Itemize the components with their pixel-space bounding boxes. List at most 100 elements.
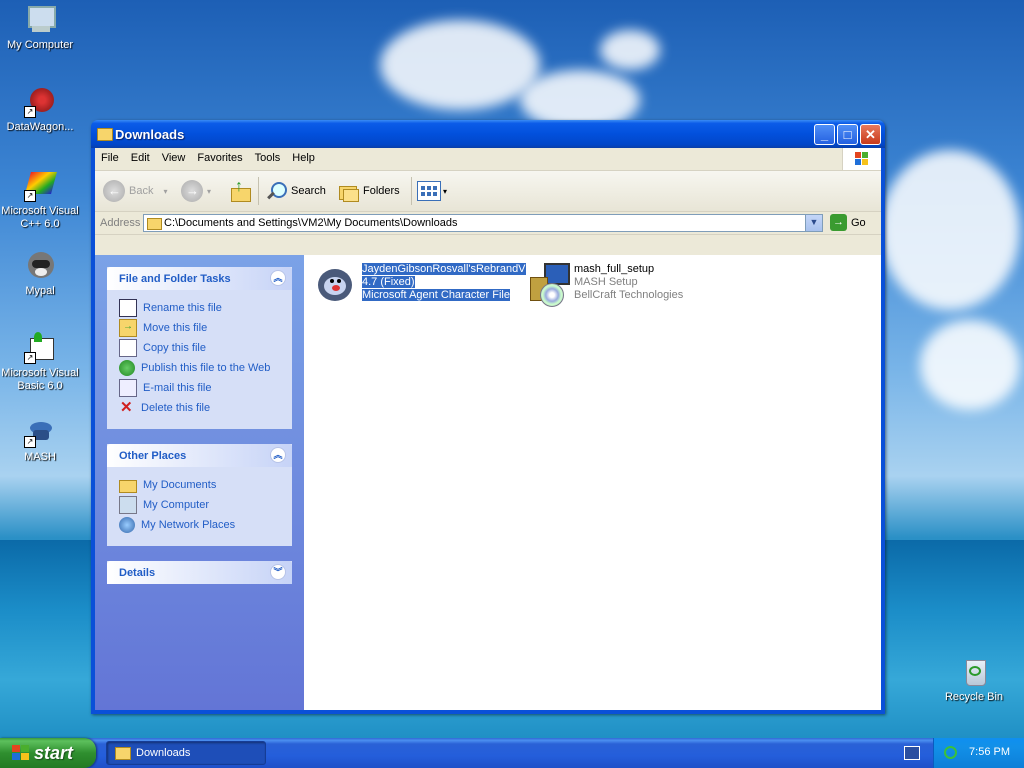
file-line2: 4.7 (Fixed) bbox=[362, 276, 415, 288]
computer-icon bbox=[119, 496, 137, 514]
toolbar-separator bbox=[411, 177, 412, 205]
task-delete[interactable]: ✕ Delete this file bbox=[119, 398, 292, 418]
address-input[interactable]: C:\Documents and Settings\VM2\My Documen… bbox=[143, 214, 823, 232]
folders-button[interactable]: Folders bbox=[337, 179, 400, 203]
task-label: Move this file bbox=[143, 322, 208, 334]
file-folder-tasks-header[interactable]: File and Folder Tasks ︽ bbox=[107, 267, 292, 290]
network-status-icon[interactable] bbox=[944, 746, 957, 759]
installer-icon bbox=[526, 263, 570, 307]
desktop-icon-label: MASH bbox=[24, 451, 56, 463]
task-publish[interactable]: Publish this file to the Web bbox=[119, 358, 292, 378]
views-button[interactable]: ▾ bbox=[417, 179, 447, 203]
expand-icon[interactable]: ︾ bbox=[270, 564, 286, 580]
address-label: Address bbox=[100, 217, 141, 229]
place-label: My Documents bbox=[143, 479, 217, 491]
menu-favorites[interactable]: Favorites bbox=[191, 148, 248, 168]
place-my-documents[interactable]: My Documents bbox=[119, 475, 292, 495]
start-button[interactable]: start bbox=[0, 738, 96, 768]
desktop-icon-label: Microsoft Visual Basic 6.0 bbox=[1, 367, 79, 392]
computer-icon bbox=[24, 4, 56, 36]
place-my-computer[interactable]: My Computer bbox=[119, 495, 292, 515]
collapse-icon[interactable]: ︽ bbox=[270, 270, 286, 286]
file-text: mash_full_setup MASH Setup BellCraft Tec… bbox=[574, 263, 683, 307]
address-bar: Address C:\Documents and Settings\VM2\My… bbox=[95, 212, 881, 235]
go-arrow-icon: → bbox=[830, 214, 847, 231]
windows-logo-icon bbox=[842, 148, 881, 170]
task-pane: File and Folder Tasks ︽ Rename this file… bbox=[95, 255, 304, 710]
email-icon bbox=[119, 379, 137, 397]
back-dropdown-icon: ▾ bbox=[163, 186, 168, 196]
toolbar: ← Back ▾ → ▾ ↑ Search Folders ▾ bbox=[95, 171, 881, 212]
globe-icon bbox=[119, 360, 135, 376]
toolbar-separator bbox=[258, 177, 259, 205]
details-header[interactable]: Details ︾ bbox=[107, 561, 292, 584]
clock[interactable]: 7:56 PM bbox=[969, 746, 1010, 758]
taskbar-item-downloads[interactable]: Downloads bbox=[106, 741, 266, 765]
recycle-bin-icon bbox=[958, 656, 990, 688]
desktop-icon-mypal[interactable]: Mypal bbox=[0, 250, 80, 298]
menu-view[interactable]: View bbox=[156, 148, 192, 168]
cloud bbox=[380, 20, 540, 110]
up-folder-icon: ↑ bbox=[229, 178, 251, 202]
menu-tools[interactable]: Tools bbox=[249, 148, 287, 168]
explorer-window: Downloads _ □ ✕ File Edit View Favorites Too… bbox=[91, 120, 885, 714]
minimize-icon: _ bbox=[820, 127, 829, 142]
folder-icon bbox=[115, 746, 131, 760]
desktop-icon-visual-basic[interactable]: ↗ Microsoft Visual Basic 6.0 bbox=[0, 332, 80, 393]
collapse-icon[interactable]: ︽ bbox=[270, 447, 286, 463]
cloud bbox=[880, 150, 1020, 310]
desktop-icon-datawagon[interactable]: ↗ DataWagon... bbox=[0, 86, 80, 134]
rename-icon bbox=[119, 299, 137, 317]
desktop-icon-label: My Computer bbox=[6, 39, 74, 51]
shortcut-arrow-icon: ↗ bbox=[24, 106, 36, 118]
desktop-icon-recycle-bin[interactable]: Recycle Bin bbox=[934, 656, 1014, 704]
file-text: JaydenGibsonRosvall'sRebrandV 4.7 (Fixed… bbox=[362, 263, 526, 307]
go-button[interactable]: → Go bbox=[830, 214, 866, 231]
forward-button[interactable]: → ▾ bbox=[181, 179, 211, 203]
desktop-icon-visual-cpp[interactable]: ↗ Microsoft Visual C++ 6.0 bbox=[0, 170, 80, 231]
cloud bbox=[920, 320, 1020, 410]
place-my-network[interactable]: My Network Places bbox=[119, 515, 292, 535]
search-button[interactable]: Search bbox=[265, 179, 326, 203]
mash-icon: ↗ bbox=[24, 416, 56, 448]
desktop-icon-my-computer[interactable]: My Computer bbox=[0, 4, 80, 52]
visual-basic-icon: ↗ bbox=[24, 332, 56, 364]
forward-dropdown-icon: ▾ bbox=[207, 186, 212, 196]
place-label: My Network Places bbox=[141, 519, 236, 531]
window-titlebar[interactable]: Downloads _ □ ✕ bbox=[91, 120, 885, 148]
maximize-button[interactable]: □ bbox=[837, 124, 858, 145]
task-move[interactable]: → Move this file bbox=[119, 318, 292, 338]
task-rename[interactable]: Rename this file bbox=[119, 298, 292, 318]
keyboard-icon[interactable] bbox=[904, 746, 920, 760]
back-arrow-icon: ← bbox=[103, 180, 125, 202]
shortcut-arrow-icon: ↗ bbox=[24, 352, 36, 364]
file-item-mash-setup[interactable]: mash_full_setup MASH Setup BellCraft Tec… bbox=[526, 263, 683, 307]
folder-icon bbox=[147, 218, 162, 230]
desktop-icon-label: Recycle Bin bbox=[944, 691, 1004, 703]
address-dropdown-button[interactable]: ▼ bbox=[805, 215, 822, 231]
task-label: Publish this file to the Web bbox=[141, 362, 271, 374]
search-icon bbox=[265, 180, 287, 202]
back-button[interactable]: ← Back ▾ bbox=[103, 179, 167, 203]
file-name: JaydenGibsonRosvall'sRebrandV bbox=[362, 263, 526, 275]
close-button[interactable]: ✕ bbox=[860, 124, 881, 145]
datawagon-icon: ↗ bbox=[24, 86, 56, 118]
desktop-icon-label: Mypal bbox=[25, 285, 55, 297]
other-places-header[interactable]: Other Places ︽ bbox=[107, 444, 292, 467]
folders-icon bbox=[337, 180, 359, 202]
mypal-icon bbox=[24, 250, 56, 282]
desktop-icon-mash[interactable]: ↗ MASH bbox=[0, 416, 80, 464]
menu-edit[interactable]: Edit bbox=[125, 148, 156, 168]
up-folder-button[interactable]: ↑ bbox=[229, 178, 251, 203]
minimize-button[interactable]: _ bbox=[814, 124, 835, 145]
file-item-agent-character[interactable]: JaydenGibsonRosvall'sRebrandV 4.7 (Fixed… bbox=[314, 263, 526, 307]
menu-help[interactable]: Help bbox=[286, 148, 321, 168]
menu-file[interactable]: File bbox=[95, 148, 125, 168]
agent-character-icon bbox=[314, 263, 358, 307]
address-value: C:\Documents and Settings\VM2\My Documen… bbox=[164, 217, 458, 229]
task-copy[interactable]: Copy this file bbox=[119, 338, 292, 358]
menu-bar: File Edit View Favorites Tools Help bbox=[95, 148, 881, 171]
search-label: Search bbox=[291, 185, 326, 197]
task-email[interactable]: E-mail this file bbox=[119, 378, 292, 398]
network-icon bbox=[119, 517, 135, 533]
